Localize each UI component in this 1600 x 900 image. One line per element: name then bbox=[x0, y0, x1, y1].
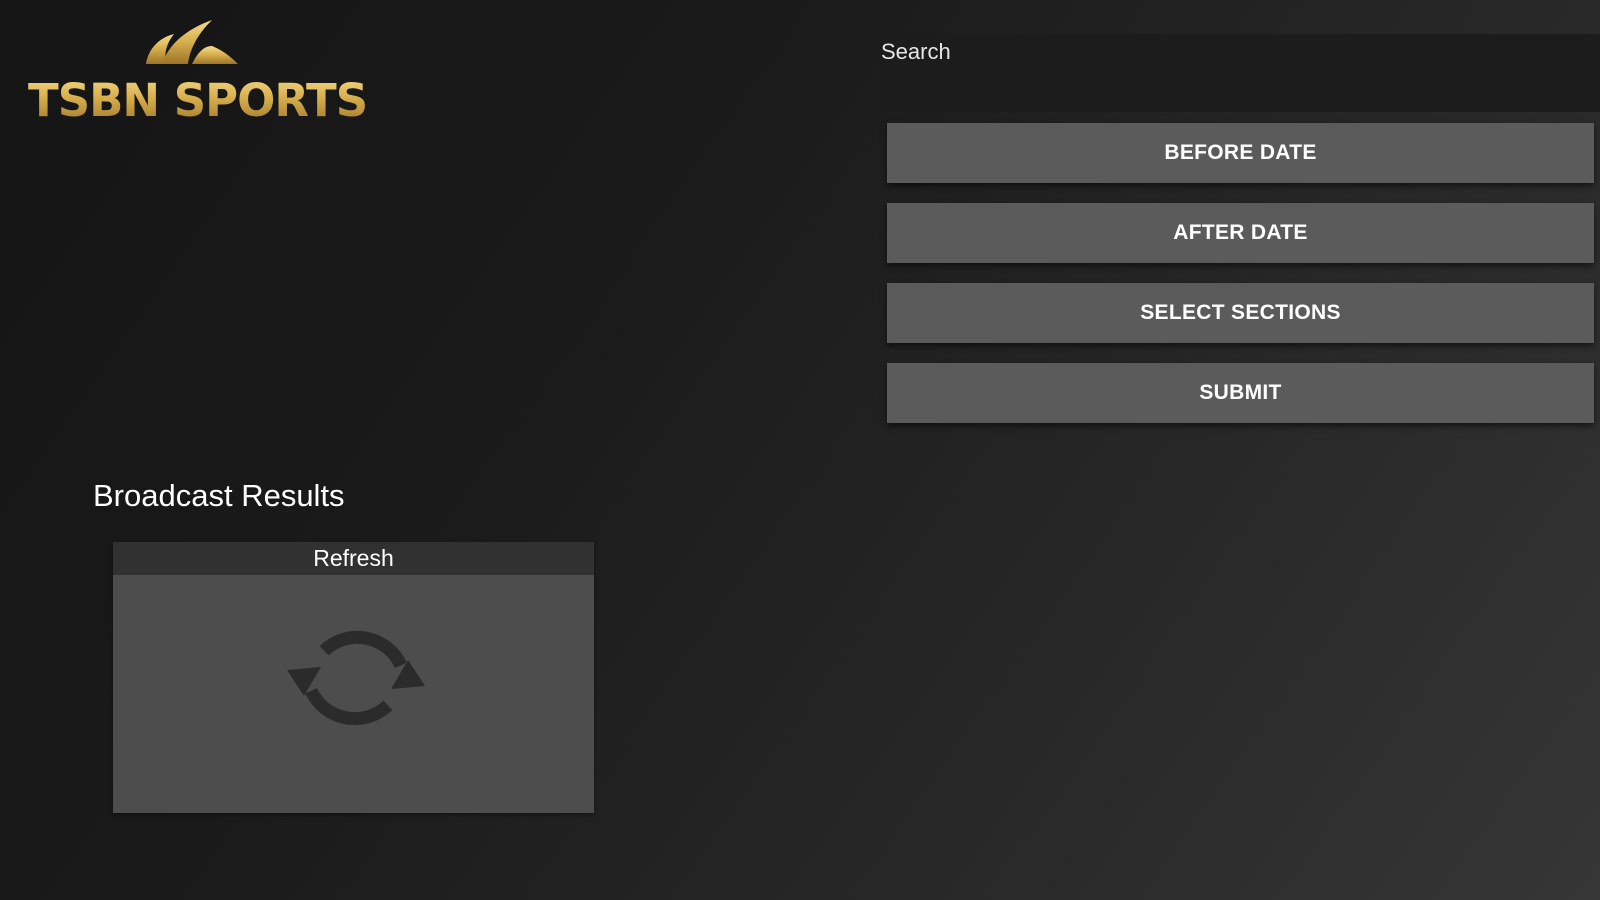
refresh-card[interactable]: Refresh bbox=[113, 542, 594, 813]
brand-logo: TSBN SPORTS bbox=[28, 16, 368, 127]
brand-mark-icon bbox=[146, 20, 238, 64]
refresh-icon bbox=[287, 630, 425, 726]
search-field[interactable]: Search bbox=[880, 34, 1600, 112]
after-date-button[interactable]: AFTER DATE bbox=[887, 203, 1594, 263]
refresh-card-label: Refresh bbox=[113, 542, 594, 575]
search-input[interactable] bbox=[880, 34, 1600, 112]
before-date-button[interactable]: BEFORE DATE bbox=[887, 123, 1594, 183]
broadcast-results-title: Broadcast Results bbox=[93, 478, 345, 513]
select-sections-button[interactable]: SELECT SECTIONS bbox=[887, 283, 1594, 343]
brand-name: TSBN SPORTS bbox=[28, 74, 368, 127]
submit-button[interactable]: SUBMIT bbox=[887, 363, 1594, 423]
